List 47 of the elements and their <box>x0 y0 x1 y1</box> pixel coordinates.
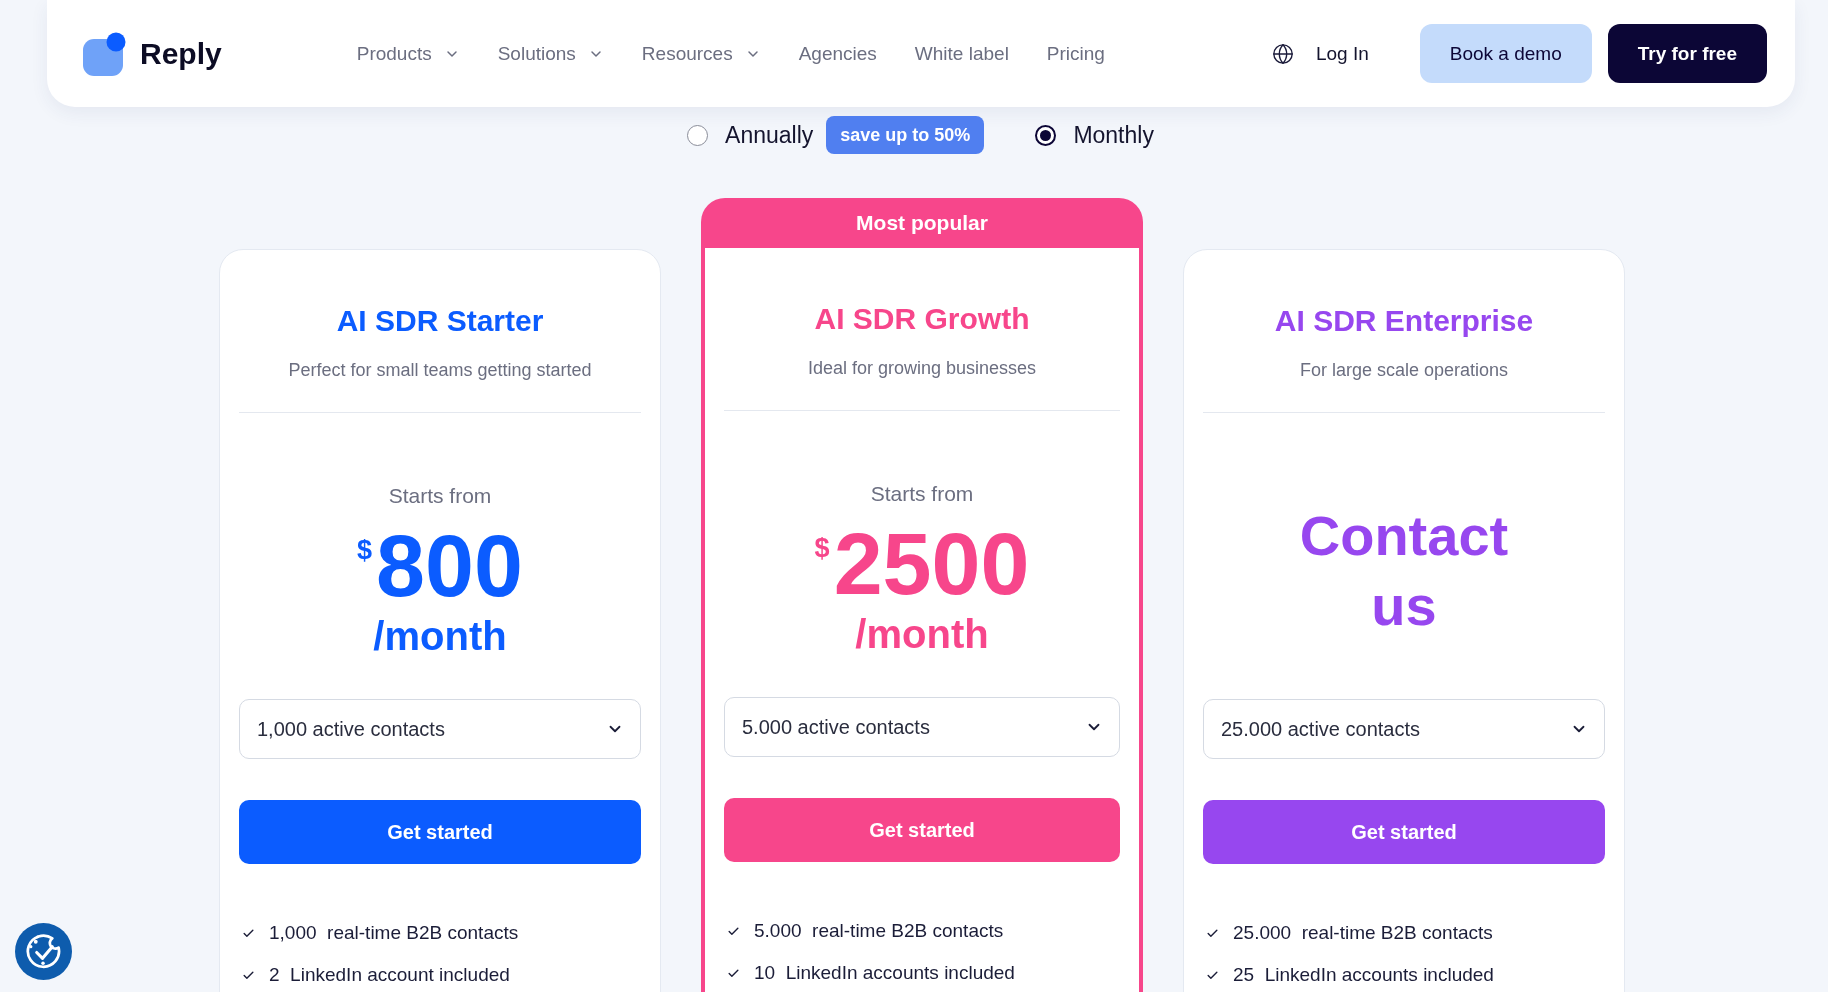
contacts-dropdown[interactable]: 5.000 active contacts <box>724 697 1120 757</box>
plan-name: AI SDR Growth <box>813 301 1031 337</box>
plan-tagline: For large scale operations <box>1298 359 1510 381</box>
cookie-settings-button[interactable] <box>15 923 72 980</box>
popular-plan-banner: Most popular <box>701 198 1143 248</box>
currency-symbol: $ <box>814 533 830 563</box>
starts-from-label: Starts from <box>870 481 974 507</box>
nav-link[interactable]: Pricing <box>1046 42 1105 65</box>
billing-option-label[interactable]: Annually <box>725 121 814 149</box>
book-demo-button[interactable]: Book a demo <box>1419 24 1592 83</box>
nav-link[interactable]: Solutions <box>497 42 604 65</box>
feature-text: 1,000 real-time B2B contacts <box>269 921 519 945</box>
get-started-button[interactable]: Get started <box>1203 800 1605 864</box>
contacts-dropdown[interactable]: 1,000 active contacts <box>239 699 641 759</box>
billing-option-label[interactable]: Monthly <box>1073 121 1154 149</box>
nav-link[interactable]: White label <box>914 42 1009 65</box>
price-period: /month <box>373 613 507 659</box>
feature-text: 25.000 real-time B2B contacts <box>1233 921 1493 945</box>
contacts-dropdown[interactable]: 25.000 active contacts <box>1203 699 1605 759</box>
discount-badge: save up to 50% <box>826 116 985 154</box>
plan-tagline: Perfect for small teams getting started <box>287 359 593 381</box>
feature-text: 25 LinkedIn accounts included <box>1233 963 1494 987</box>
radio-button[interactable] <box>1035 124 1057 146</box>
price-period: /month <box>855 611 989 657</box>
price-amount: 800 <box>376 521 523 611</box>
cookie-check-icon <box>25 933 62 970</box>
nav-link[interactable]: Agencies <box>798 42 877 65</box>
price-amount: 2500 <box>833 519 1030 609</box>
starts-from-label: Starts from <box>388 483 492 509</box>
try-for-free-button[interactable]: Try for free <box>1607 24 1767 83</box>
get-started-button[interactable]: Get started <box>239 800 641 864</box>
contact-us-text: Contact us <box>1298 503 1510 639</box>
feature-text: 10 LinkedIn accounts included <box>754 961 1015 985</box>
nav-link[interactable]: Products <box>356 42 460 65</box>
plan-name: AI SDR Enterprise <box>1273 303 1535 339</box>
get-started-button[interactable]: Get started <box>724 798 1120 862</box>
globe-icon[interactable] <box>1271 42 1294 65</box>
radio-button[interactable] <box>687 124 709 146</box>
feature-text: 5.000 real-time B2B contacts <box>754 919 1004 943</box>
plan-name: AI SDR Starter <box>335 303 545 339</box>
logo-icon <box>83 31 127 76</box>
currency-symbol: $ <box>357 535 373 565</box>
feature-text: 2 LinkedIn account included <box>269 963 510 987</box>
login-link[interactable]: Log In <box>1315 42 1369 65</box>
brand-name: Reply <box>140 36 222 71</box>
nav-link[interactable]: Resources <box>641 42 761 65</box>
plan-tagline: Ideal for growing businesses <box>806 357 1038 379</box>
